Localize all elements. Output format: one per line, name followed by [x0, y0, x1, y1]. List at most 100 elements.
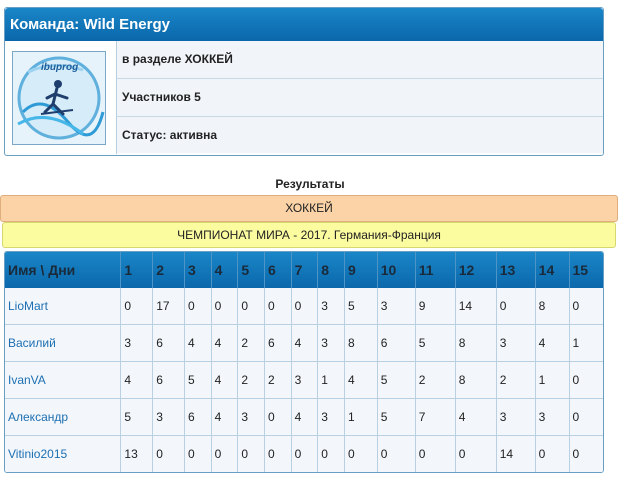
team-members: Участников 5 — [117, 79, 603, 117]
score-cell: 4 — [184, 324, 212, 362]
score-cell: 1 — [535, 361, 570, 399]
score-cell: 0 — [377, 435, 416, 472]
score-cell: 5 — [415, 324, 456, 362]
team-status: Статус: активна — [117, 117, 603, 153]
header-day: 2 — [152, 252, 185, 288]
score-cell: 0 — [184, 288, 212, 325]
score-cell: 8 — [455, 324, 497, 362]
score-cell: 2 — [237, 361, 265, 399]
header-day: 7 — [291, 252, 319, 288]
score-cell: 0 — [455, 435, 497, 472]
score-cell: 6 — [152, 361, 185, 399]
score-cell: 3 — [291, 361, 319, 399]
results-title: Результаты — [275, 177, 345, 191]
score-cell: 2 — [237, 324, 265, 362]
results-table: Имя \ Дни 1 2 3 4 5 6 7 8 9 10 11 12 13 … — [4, 251, 604, 473]
score-cell: 8 — [344, 324, 378, 362]
score-cell: 0 — [496, 288, 536, 325]
header-day: 6 — [264, 252, 292, 288]
score-cell: 0 — [264, 398, 292, 436]
header-day: 10 — [377, 252, 416, 288]
score-cell: 0 — [264, 288, 292, 325]
score-cell: 4 — [211, 361, 239, 399]
score-cell: 6 — [184, 398, 212, 436]
score-cell: 13 — [120, 435, 154, 472]
score-cell: 0 — [184, 435, 212, 472]
score-cell: 0 — [569, 288, 603, 325]
score-cell: 0 — [291, 288, 319, 325]
team-title: Команда: Wild Energy — [5, 8, 603, 41]
header-day: 3 — [184, 252, 212, 288]
team-section: в разделе ХОККЕЙ — [117, 41, 603, 79]
score-cell: 3 — [496, 324, 536, 362]
participant-name-link[interactable]: IvanVA — [5, 361, 122, 399]
table-row: IvanVA 4 6 5 4 2 2 3 1 4 5 2 8 2 1 0 — [5, 361, 603, 399]
logo-text: ibuprog — [41, 62, 79, 73]
score-cell: 6 — [152, 324, 185, 362]
participant-name-link[interactable]: Александр — [5, 398, 122, 436]
score-cell: 0 — [152, 435, 185, 472]
participant-name-link[interactable]: Василий — [5, 324, 122, 362]
score-cell: 4 — [291, 398, 319, 436]
score-cell: 2 — [415, 361, 456, 399]
score-cell: 4 — [535, 324, 570, 362]
score-cell: 0 — [211, 288, 239, 325]
participant-name-link[interactable]: Vitinio2015 — [5, 435, 122, 472]
championship-bar: ЧЕМПИОНАТ МИРА - 2017. Германия-Франция — [2, 222, 616, 248]
header-day: 14 — [535, 252, 570, 288]
team-panel: Команда: Wild Energy ibuprog в разделе Х… — [4, 7, 604, 156]
score-cell: 3 — [377, 288, 416, 325]
score-cell: 0 — [569, 361, 603, 399]
table-row: Александр 5 3 6 4 3 0 4 3 1 5 7 4 3 3 0 — [5, 398, 603, 436]
header-day: 12 — [455, 252, 497, 288]
score-cell: 1 — [344, 398, 378, 436]
score-cell: 3 — [535, 398, 570, 436]
score-cell: 0 — [264, 435, 292, 472]
participant-name-link[interactable]: LioMart — [5, 288, 122, 325]
score-cell: 4 — [455, 398, 497, 436]
team-logo: ibuprog — [12, 51, 106, 145]
score-cell: 5 — [344, 288, 378, 325]
header-day: 4 — [211, 252, 239, 288]
table-row: Vitinio2015 13 0 0 0 0 0 0 0 0 0 0 0 14 0 0 — [5, 435, 603, 472]
score-cell: 1 — [569, 324, 603, 362]
score-cell: 8 — [535, 288, 570, 325]
score-cell: 3 — [317, 398, 345, 436]
score-cell: 3 — [152, 398, 185, 436]
score-cell: 4 — [291, 324, 319, 362]
table-header-row: Имя \ Дни 1 2 3 4 5 6 7 8 9 10 11 12 13 … — [5, 252, 603, 288]
score-cell: 4 — [120, 361, 154, 399]
table-row: LioMart 0 17 0 0 0 0 0 3 5 3 9 14 0 8 0 — [5, 288, 603, 325]
score-cell: 6 — [377, 324, 416, 362]
header-day: 5 — [237, 252, 265, 288]
score-cell: 0 — [317, 435, 345, 472]
score-cell: 0 — [569, 435, 603, 472]
score-cell: 0 — [344, 435, 378, 472]
score-cell: 0 — [237, 435, 265, 472]
score-cell: 6 — [264, 324, 292, 362]
score-cell: 2 — [496, 361, 536, 399]
score-cell: 4 — [211, 324, 239, 362]
score-cell: 9 — [415, 288, 456, 325]
score-cell: 4 — [344, 361, 378, 399]
header-day: 8 — [317, 252, 345, 288]
score-cell: 0 — [237, 288, 265, 325]
score-cell: 0 — [211, 435, 239, 472]
score-cell: 5 — [184, 361, 212, 399]
score-cell: 14 — [496, 435, 536, 472]
header-day: 11 — [415, 252, 456, 288]
score-cell: 5 — [377, 398, 416, 436]
score-cell: 3 — [120, 324, 154, 362]
logo-cell: ibuprog — [5, 41, 117, 154]
score-cell: 1 — [317, 361, 345, 399]
score-cell: 0 — [535, 435, 570, 472]
header-day: 15 — [569, 252, 603, 288]
score-cell: 2 — [264, 361, 292, 399]
score-cell: 0 — [415, 435, 456, 472]
score-cell: 7 — [415, 398, 456, 436]
header-day: 9 — [344, 252, 378, 288]
score-cell: 0 — [120, 288, 154, 325]
score-cell: 5 — [377, 361, 416, 399]
score-cell: 3 — [237, 398, 265, 436]
score-cell: 8 — [455, 361, 497, 399]
